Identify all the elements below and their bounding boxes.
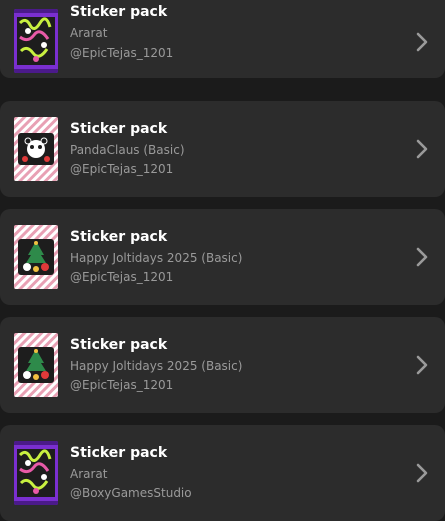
sticker-pack-list: Sticker pack Ararat @EpicTejas_1201 Stic… <box>0 0 445 521</box>
pack-owner: @EpicTejas_1201 <box>70 378 174 392</box>
pack-title: Sticker pack <box>70 121 168 137</box>
purple-ararat-pack-icon <box>14 441 58 505</box>
pack-collection: Happy Joltidays 2025 (Basic) <box>70 359 243 373</box>
pack-owner: @EpicTejas_1201 <box>70 46 174 60</box>
sticker-pack-card[interactable]: Sticker pack Ararat @EpicTejas_1201 <box>0 0 445 78</box>
pack-owner: @EpicTejas_1201 <box>70 162 174 176</box>
chevron-right-icon[interactable] <box>414 461 430 485</box>
purple-ararat-pack-icon <box>14 9 58 73</box>
chevron-right-icon[interactable] <box>414 245 430 269</box>
candy-stripe-joltidays-pack-icon <box>14 333 58 397</box>
pack-collection: Happy Joltidays 2025 (Basic) <box>70 251 243 265</box>
pack-title: Sticker pack <box>70 4 168 20</box>
pack-owner: @BoxyGamesStudio <box>70 486 192 500</box>
pack-owner: @EpicTejas_1201 <box>70 270 174 284</box>
candy-stripe-panda-pack-icon <box>14 117 58 181</box>
candy-stripe-joltidays-pack-icon <box>14 225 58 289</box>
chevron-right-icon[interactable] <box>414 353 430 377</box>
pack-title: Sticker pack <box>70 445 168 461</box>
pack-title: Sticker pack <box>70 229 168 245</box>
sticker-pack-card[interactable]: Sticker pack Happy Joltidays 2025 (Basic… <box>0 317 445 413</box>
pack-collection: Ararat <box>70 467 108 481</box>
chevron-right-icon[interactable] <box>414 30 430 54</box>
sticker-pack-card[interactable]: Sticker pack PandaClaus (Basic) @EpicTej… <box>0 101 445 197</box>
pack-collection: Ararat <box>70 26 108 40</box>
pack-collection: PandaClaus (Basic) <box>70 143 185 157</box>
sticker-pack-card[interactable]: Sticker pack Ararat @BoxyGamesStudio <box>0 425 445 521</box>
chevron-right-icon[interactable] <box>414 137 430 161</box>
sticker-pack-card[interactable]: Sticker pack Happy Joltidays 2025 (Basic… <box>0 209 445 305</box>
pack-title: Sticker pack <box>70 337 168 353</box>
